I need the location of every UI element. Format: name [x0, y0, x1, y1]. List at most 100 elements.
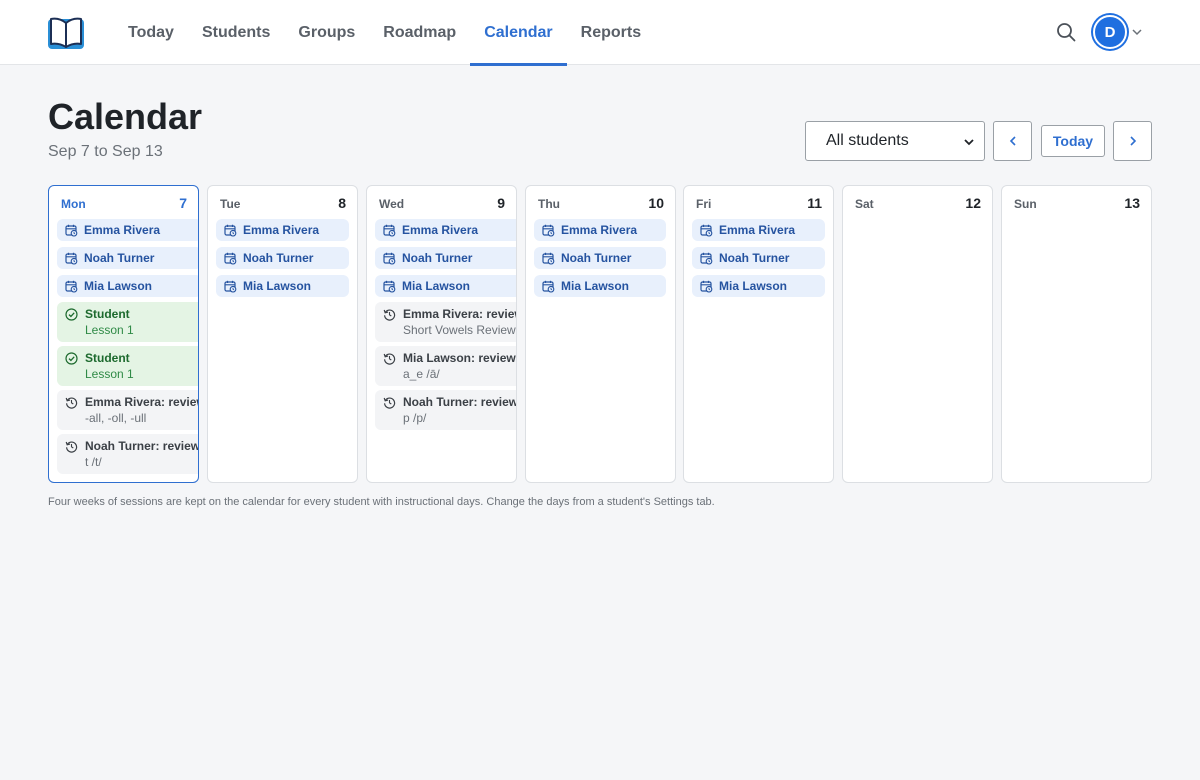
user-avatar[interactable]: D [1093, 15, 1127, 49]
calendar-clock-icon [700, 280, 713, 293]
day-header: Fri 11 [684, 186, 833, 218]
day-column-sun[interactable]: Sun 13 [1001, 185, 1152, 483]
session-event[interactable]: Noah Turner [375, 247, 516, 269]
history-icon [65, 396, 78, 409]
next-week-button[interactable] [1113, 121, 1152, 161]
review-title: Noah Turner: review [403, 395, 517, 409]
calendar-clock-icon [542, 252, 555, 265]
session-event[interactable]: Noah Turner [57, 247, 198, 269]
review-event[interactable]: Emma Rivera: review Short Vowels Review (… [375, 302, 516, 342]
calendar-clock-icon [542, 280, 555, 293]
previous-week-button[interactable] [993, 121, 1032, 161]
review-title: Mia Lawson: review [403, 351, 516, 365]
nav-today[interactable]: Today [114, 0, 188, 65]
session-student-name: Noah Turner [719, 251, 790, 265]
day-column-sat[interactable]: Sat 12 [842, 185, 993, 483]
calendar-clock-icon [383, 280, 396, 293]
history-icon [65, 440, 78, 453]
review-detail: -all, -oll, -ull [85, 411, 147, 425]
session-event[interactable]: Emma Rivera [375, 219, 516, 241]
calendar-clock-icon [383, 252, 396, 265]
session-student-name: Emma Rivera [719, 223, 796, 237]
history-icon [383, 396, 396, 409]
check-circle-icon [65, 352, 78, 365]
completed-lesson-event[interactable]: Student Lesson 1 [57, 346, 198, 386]
session-student-name: Noah Turner [84, 251, 155, 265]
book-logo-icon[interactable] [47, 14, 85, 50]
day-column-tue[interactable]: Tue 8 Emma Rivera Noah Turner Mia Lawson [207, 185, 358, 483]
review-title: Emma Rivera: review [85, 395, 199, 409]
day-header: Tue 8 [208, 186, 357, 218]
session-event[interactable]: Noah Turner [534, 247, 666, 269]
student-filter-select[interactable]: All students [805, 121, 985, 161]
calendar-clock-icon [224, 252, 237, 265]
session-student-name: Mia Lawson [561, 279, 630, 293]
nav-calendar[interactable]: Calendar [470, 0, 568, 66]
nav-students[interactable]: Students [188, 0, 284, 65]
review-detail: t /t/ [85, 455, 102, 469]
day-header: Sun 13 [1002, 186, 1151, 218]
session-event[interactable]: Noah Turner [692, 247, 825, 269]
session-event[interactable]: Emma Rivera [534, 219, 666, 241]
day-header: Thu 10 [526, 186, 675, 218]
day-header: Sat 12 [843, 186, 992, 218]
session-event[interactable]: Mia Lawson [375, 275, 516, 297]
day-header: Wed 9 [367, 186, 516, 218]
calendar-clock-icon [65, 280, 78, 293]
review-event[interactable]: Emma Rivera: review -all, -oll, -ull [57, 390, 199, 430]
session-student-name: Emma Rivera [243, 223, 320, 237]
session-event[interactable]: Emma Rivera [216, 219, 349, 241]
nav-groups[interactable]: Groups [284, 0, 369, 65]
day-name: Wed [379, 197, 405, 211]
session-student-name: Emma Rivera [402, 223, 479, 237]
history-icon [383, 308, 396, 321]
session-student-name: Noah Turner [243, 251, 314, 265]
calendar-clock-icon [224, 280, 237, 293]
day-number: 12 [965, 195, 981, 211]
history-icon [383, 352, 396, 365]
day-number: 13 [1124, 195, 1140, 211]
day-number: 8 [338, 195, 346, 211]
calendar-clock-icon [224, 224, 237, 237]
session-event[interactable]: Mia Lawson [216, 275, 349, 297]
session-event[interactable]: Emma Rivera [57, 219, 198, 241]
completed-detail: Lesson 1 [85, 367, 134, 381]
search-icon[interactable] [1055, 21, 1077, 43]
session-student-name: Noah Turner [561, 251, 632, 265]
session-event[interactable]: Noah Turner [216, 247, 349, 269]
calendar-footnote: Four weeks of sessions are kept on the c… [48, 496, 715, 508]
nav-reports[interactable]: Reports [567, 0, 655, 65]
session-event[interactable]: Mia Lawson [57, 275, 198, 297]
session-student-name: Emma Rivera [84, 223, 161, 237]
session-student-name: Mia Lawson [84, 279, 153, 293]
main-nav: Today Students Groups Roadmap Calendar Report… [114, 0, 655, 66]
session-event[interactable]: Mia Lawson [692, 275, 825, 297]
today-button[interactable]: Today [1041, 125, 1105, 157]
review-event[interactable]: Noah Turner: review p /p/ [375, 390, 517, 430]
review-title: Noah Turner: review [85, 439, 199, 453]
day-column-thu[interactable]: Thu 10 Emma Rivera Noah Turner Mia Lawson [525, 185, 676, 483]
review-detail: a_e /ā/ [403, 367, 440, 381]
chevron-left-icon [1009, 136, 1016, 146]
chevron-down-icon[interactable] [1131, 26, 1143, 38]
completed-detail: Lesson 1 [85, 323, 134, 337]
check-circle-icon [65, 308, 78, 321]
review-detail: p /p/ [403, 411, 427, 425]
day-column-wed[interactable]: Wed 9 Emma Rivera Noah Turner Mia Lawson Emma… [366, 185, 517, 483]
day-column-fri[interactable]: Fri 11 Emma Rivera Noah Turner Mia Lawson [683, 185, 834, 483]
review-detail: Short Vowels Review (all) [403, 323, 516, 337]
calendar-clock-icon [542, 224, 555, 237]
nav-roadmap[interactable]: Roadmap [369, 0, 470, 65]
day-number: 11 [807, 195, 822, 211]
session-event[interactable]: Emma Rivera [692, 219, 825, 241]
session-event[interactable]: Mia Lawson [534, 275, 666, 297]
day-name: Fri [696, 197, 712, 211]
day-name: Mon [61, 197, 86, 211]
chevron-down-icon [964, 139, 974, 146]
review-event[interactable]: Mia Lawson: review a_e /ā/ [375, 346, 516, 386]
calendar-clock-icon [65, 224, 78, 237]
day-number: 7 [179, 195, 187, 211]
day-column-mon[interactable]: Mon 7 Emma Rivera Noah Turner Mia Lawson Stud… [48, 185, 199, 483]
completed-lesson-event[interactable]: Student Lesson 1 [57, 302, 198, 342]
review-event[interactable]: Noah Turner: review t /t/ [57, 434, 199, 474]
